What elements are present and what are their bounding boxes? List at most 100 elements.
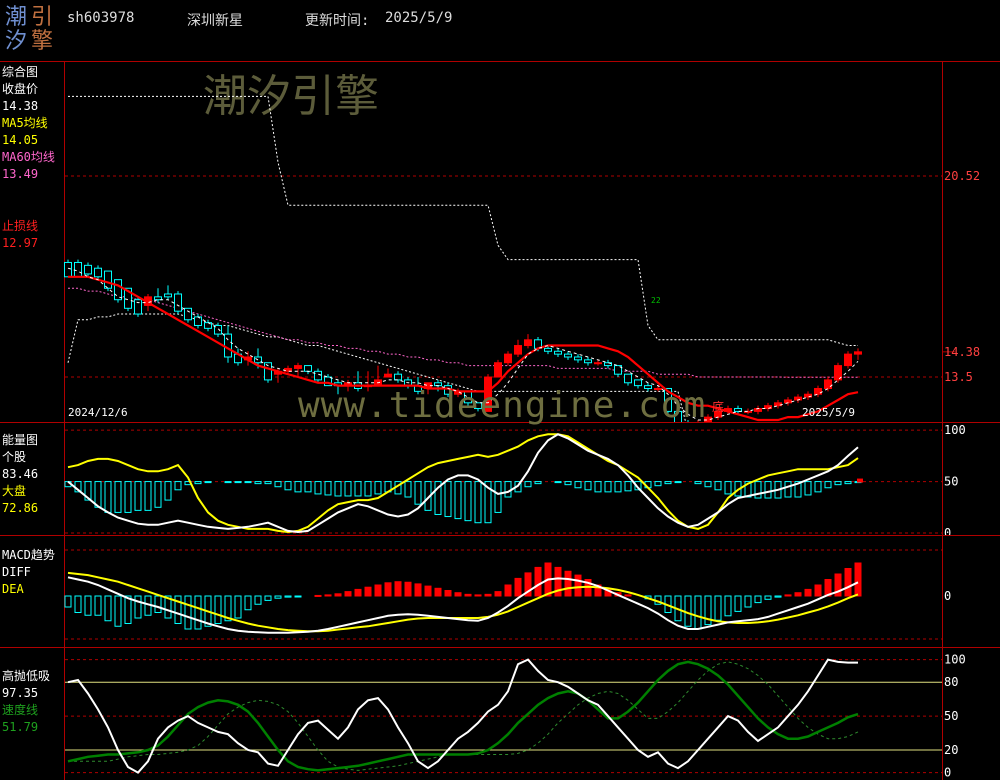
energy-bar xyxy=(674,481,682,484)
macd-bar xyxy=(264,595,272,601)
tide-chart: 100 80 50 20 0 xyxy=(65,653,966,780)
macd-bar xyxy=(744,595,752,608)
energy-bar xyxy=(834,481,842,486)
macd-bar xyxy=(294,595,302,598)
candle-body xyxy=(294,365,302,369)
macd-bar xyxy=(234,595,242,619)
ma5-label: MA5均线 xyxy=(2,116,48,130)
macd-bar xyxy=(484,593,492,597)
tiny-marker: 22 xyxy=(651,296,661,305)
price-tick-label: 20.52 xyxy=(944,169,980,183)
macd-bar xyxy=(424,585,432,597)
macd-legend: MACD趋势 DIFF DEA xyxy=(2,547,55,598)
macd-bar xyxy=(794,592,802,597)
candle-body xyxy=(104,270,112,289)
tide-tick-label: 20 xyxy=(944,743,958,757)
main-legend: 综合图 收盘价 14.38 MA5均线 14.05 MA60均线 13.49 xyxy=(2,64,55,183)
ma5-value: 14.05 xyxy=(2,133,39,147)
energy-legend: 能量图 个股 83.46 大盘 72.86 xyxy=(2,432,38,517)
stock-label: 个股 xyxy=(2,450,27,464)
energy-bar xyxy=(654,481,662,487)
energy-bar xyxy=(814,481,822,493)
macd-chart: 0 xyxy=(64,549,951,640)
energy-bar xyxy=(564,481,572,486)
energy-bar xyxy=(344,481,352,497)
energy-bar xyxy=(374,481,382,495)
energy-bar xyxy=(364,481,372,497)
energy-bar xyxy=(324,481,332,496)
macd-tick-label: 0 xyxy=(944,589,951,603)
energy-bar xyxy=(804,481,812,496)
candle-body xyxy=(74,261,82,278)
macd-bar xyxy=(334,593,342,597)
energy-bar xyxy=(664,481,672,485)
energy-bar xyxy=(154,481,162,508)
date-start: 2024/12/6 xyxy=(68,406,128,419)
candle-body xyxy=(554,350,562,355)
macd-bar xyxy=(354,588,362,597)
macd-bar xyxy=(804,588,812,597)
speed-value: 51.79 xyxy=(2,720,39,734)
energy-bar xyxy=(144,481,152,511)
energy-bar xyxy=(554,481,562,484)
bottom-marker: 底 xyxy=(712,400,725,414)
energy-bar xyxy=(594,481,602,493)
macd-bar xyxy=(404,581,412,597)
macd-bar xyxy=(724,595,732,617)
macd-bar xyxy=(814,584,822,597)
energy-bar xyxy=(334,481,342,497)
macd-bar xyxy=(534,566,542,597)
energy-bar xyxy=(764,481,772,499)
candle-body xyxy=(594,362,602,365)
close-label: 收盘价 xyxy=(2,82,39,96)
energy-bar xyxy=(704,481,712,488)
candle-body xyxy=(394,373,402,381)
candle-body xyxy=(164,293,172,298)
candle-body xyxy=(384,373,392,378)
stop-label: 止损线 xyxy=(2,219,39,233)
macd-bar xyxy=(64,595,72,608)
candle-body xyxy=(524,339,532,347)
speed-label: 速度线 xyxy=(2,703,39,717)
stop-value: 12.97 xyxy=(2,236,39,250)
stock-value: 83.46 xyxy=(2,467,39,481)
macd-bar xyxy=(494,591,502,597)
macd-bar xyxy=(84,595,92,616)
panel-title: 能量图 xyxy=(2,433,39,447)
energy-bar xyxy=(354,481,362,497)
energy-bar xyxy=(234,481,242,484)
energy-bar xyxy=(857,478,863,483)
panel-title: MACD趋势 xyxy=(2,548,55,562)
close-value: 14.38 xyxy=(2,99,39,113)
macd-bar xyxy=(184,595,192,630)
macd-bar xyxy=(774,595,782,598)
energy-bar xyxy=(134,481,142,511)
energy-bar xyxy=(624,481,632,492)
tide-tick-label: 80 xyxy=(944,675,958,689)
macd-bar xyxy=(714,595,722,621)
macd-bar xyxy=(564,570,572,597)
energy-bar xyxy=(494,481,502,513)
energy-bar xyxy=(244,481,252,484)
macd-bar xyxy=(514,577,522,597)
energy-bar xyxy=(724,481,732,495)
macd-bar xyxy=(324,594,332,597)
macd-bar xyxy=(374,584,382,597)
macd-bar xyxy=(694,595,702,630)
dea-label: DEA xyxy=(2,582,24,596)
energy-bar xyxy=(254,481,262,485)
candle-body xyxy=(624,373,632,384)
energy-bar xyxy=(614,481,622,493)
energy-bar xyxy=(464,481,472,522)
macd-bar xyxy=(784,594,792,597)
tide-tick-label: 0 xyxy=(944,766,951,780)
energy-bar xyxy=(844,481,852,485)
macd-bar xyxy=(754,595,762,604)
candle-body xyxy=(174,293,182,312)
tide-value: 97.35 xyxy=(2,686,39,700)
ma60-value: 13.49 xyxy=(2,167,39,181)
macd-bar xyxy=(444,590,452,597)
energy-chart: 100 50 0 xyxy=(64,423,966,535)
energy-bar xyxy=(604,481,612,493)
energy-bar xyxy=(784,481,792,498)
